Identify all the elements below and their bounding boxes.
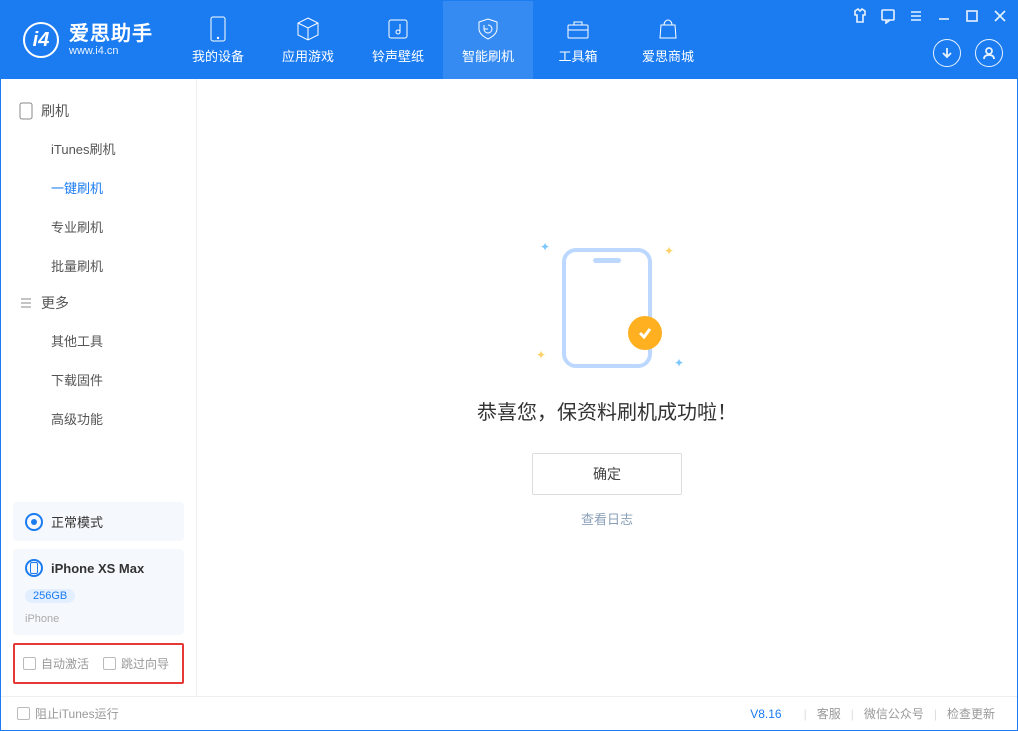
sparkle-icon: ✦: [664, 244, 674, 258]
tab-label: 铃声壁纸: [372, 46, 424, 65]
checkbox-auto-activate[interactable]: 自动激活: [23, 655, 89, 672]
list-icon: [19, 296, 33, 310]
bag-icon: [655, 16, 681, 42]
footer-link-update[interactable]: 检查更新: [941, 705, 1001, 722]
options-row: 自动激活 跳过向导: [13, 643, 184, 684]
device-capacity: 256GB: [25, 589, 75, 603]
separator: |: [847, 707, 858, 721]
body: 刷机 iTunes刷机 一键刷机 专业刷机 批量刷机 更多 其他工具 下载固件 …: [1, 79, 1017, 696]
success-illustration: ✦ ✦ ✦ ✦: [562, 248, 652, 368]
feedback-icon[interactable]: [879, 7, 897, 25]
checkbox-icon: [23, 657, 36, 670]
tab-ringtones-wallpapers[interactable]: 铃声壁纸: [353, 1, 443, 79]
sidebar-item-pro-flash[interactable]: 专业刷机: [1, 207, 196, 246]
music-note-icon: [385, 16, 411, 42]
main-content: ✦ ✦ ✦ ✦ 恭喜您，保资料刷机成功啦！ 确定 查看日志: [197, 79, 1017, 696]
menu-icon[interactable]: [907, 7, 925, 25]
checkbox-label: 阻止iTunes运行: [35, 705, 119, 722]
checkbox-icon: [103, 657, 116, 670]
footer-link-wechat[interactable]: 微信公众号: [858, 705, 930, 722]
checkbox-icon: [17, 707, 30, 720]
tab-label: 智能刷机: [462, 46, 514, 65]
sidebar-group-label: 刷机: [41, 101, 69, 121]
cube-icon: [295, 16, 321, 42]
sidebar: 刷机 iTunes刷机 一键刷机 专业刷机 批量刷机 更多 其他工具 下载固件 …: [1, 79, 197, 696]
device-phone-icon: [25, 559, 43, 577]
tab-label: 爱思商城: [642, 46, 694, 65]
checkbox-label: 自动激活: [41, 655, 89, 672]
sidebar-item-itunes-flash[interactable]: iTunes刷机: [1, 129, 196, 168]
tab-label: 工具箱: [558, 46, 597, 65]
app-title: 爱思助手: [69, 23, 153, 45]
version-label: V8.16: [750, 707, 781, 721]
footer: 阻止iTunes运行 V8.16 | 客服 | 微信公众号 | 检查更新: [1, 696, 1017, 730]
success-title: 恭喜您，保资料刷机成功啦！: [477, 396, 737, 425]
tab-smart-flash[interactable]: 智能刷机: [443, 1, 533, 79]
toolbox-icon: [565, 16, 591, 42]
mode-label: 正常模式: [51, 512, 103, 531]
checkbox-label: 跳过向导: [121, 655, 169, 672]
account-button[interactable]: [975, 39, 1003, 67]
sidebar-group-flash: 刷机: [1, 93, 196, 129]
header-right-actions: [933, 39, 1003, 67]
separator: |: [930, 707, 941, 721]
logo-icon: i4: [23, 22, 59, 58]
sparkle-icon: ✦: [674, 356, 684, 370]
separator: |: [800, 707, 811, 721]
sidebar-item-oneclick-flash[interactable]: 一键刷机: [1, 168, 196, 207]
confirm-button[interactable]: 确定: [532, 453, 682, 495]
download-button[interactable]: [933, 39, 961, 67]
tab-apps-games[interactable]: 应用游戏: [263, 1, 353, 79]
mode-card[interactable]: 正常模式: [13, 502, 184, 541]
header-tabs: 我的设备 应用游戏 铃声壁纸 智能刷机 工具箱 爱思商城: [173, 1, 713, 79]
tab-store[interactable]: 爱思商城: [623, 1, 713, 79]
sidebar-bottom: 正常模式 iPhone XS Max 256GB iPhone 自动激活: [1, 492, 196, 696]
tab-my-device[interactable]: 我的设备: [173, 1, 263, 79]
footer-link-support[interactable]: 客服: [811, 705, 847, 722]
view-log-link[interactable]: 查看日志: [581, 509, 633, 528]
phone-icon: [19, 102, 33, 120]
device-name: iPhone XS Max: [51, 561, 144, 576]
sidebar-item-other-tools[interactable]: 其他工具: [1, 321, 196, 360]
checkbox-skip-guide[interactable]: 跳过向导: [103, 655, 169, 672]
window-controls: [851, 7, 1009, 25]
checkmark-badge-icon: [628, 316, 662, 350]
tab-toolbox[interactable]: 工具箱: [533, 1, 623, 79]
app-subtitle: www.i4.cn: [69, 45, 153, 57]
sparkle-icon: ✦: [536, 348, 546, 362]
tab-label: 我的设备: [192, 46, 244, 65]
app-logo: i4 爱思助手 www.i4.cn: [1, 1, 173, 79]
sparkle-icon: ✦: [540, 240, 550, 254]
mode-dot-icon: [25, 513, 43, 531]
sidebar-item-download-firmware[interactable]: 下载固件: [1, 360, 196, 399]
device-type: iPhone: [25, 613, 59, 625]
sidebar-item-batch-flash[interactable]: 批量刷机: [1, 246, 196, 285]
device-card[interactable]: iPhone XS Max 256GB iPhone: [13, 549, 184, 635]
skin-icon[interactable]: [851, 7, 869, 25]
device-icon: [205, 16, 231, 42]
minimize-icon[interactable]: [935, 7, 953, 25]
checkbox-block-itunes[interactable]: 阻止iTunes运行: [17, 705, 119, 722]
maximize-icon[interactable]: [963, 7, 981, 25]
refresh-shield-icon: [475, 16, 501, 42]
close-icon[interactable]: [991, 7, 1009, 25]
header: i4 爱思助手 www.i4.cn 我的设备 应用游戏 铃声壁纸 智能刷机: [1, 1, 1017, 79]
sidebar-item-advanced[interactable]: 高级功能: [1, 399, 196, 438]
tab-label: 应用游戏: [282, 46, 334, 65]
sidebar-group-label: 更多: [41, 293, 69, 313]
sidebar-group-more: 更多: [1, 285, 196, 321]
app-window: i4 爱思助手 www.i4.cn 我的设备 应用游戏 铃声壁纸 智能刷机: [0, 0, 1018, 731]
